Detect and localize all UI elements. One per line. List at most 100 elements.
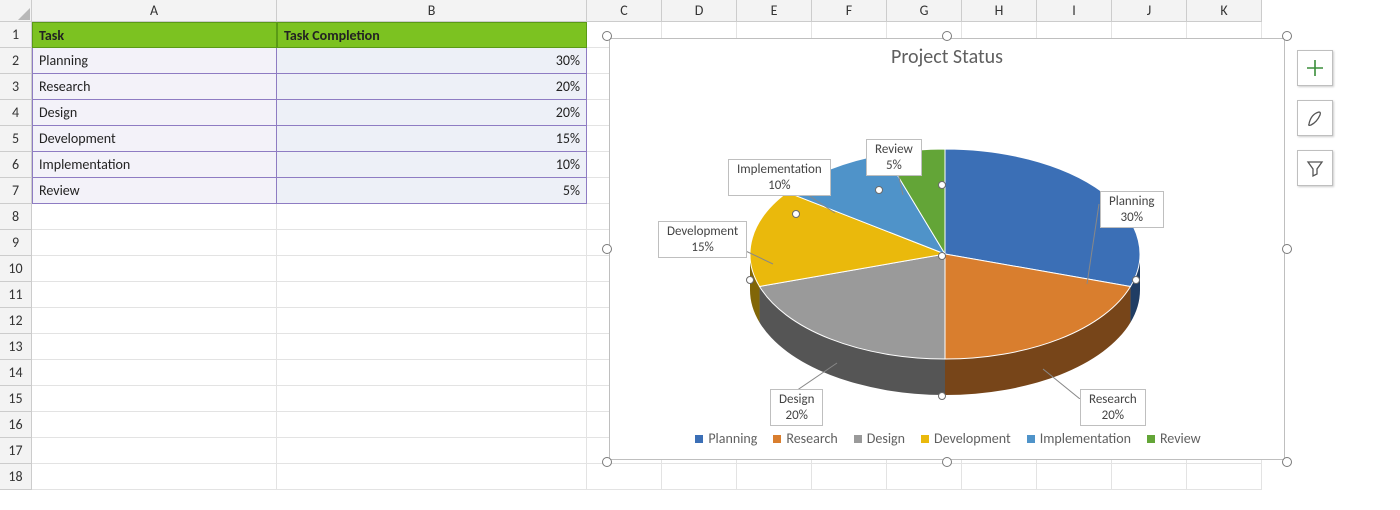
row-header-16[interactable]: 16 <box>0 412 32 438</box>
cell-B4[interactable]: 20% <box>277 100 587 126</box>
cell-B9[interactable] <box>277 230 587 256</box>
column-headers: ABCDEFGHIJK <box>32 0 1262 22</box>
cell-A3[interactable]: Research <box>32 74 277 100</box>
row-header-15[interactable]: 15 <box>0 386 32 412</box>
cell-A10[interactable] <box>32 256 277 282</box>
column-header-C[interactable]: C <box>587 0 662 22</box>
cell-A2[interactable]: Planning <box>32 48 277 74</box>
cell-A5[interactable]: Development <box>32 126 277 152</box>
cell-A11[interactable] <box>32 282 277 308</box>
cell-H18[interactable] <box>962 464 1037 490</box>
chart-styles-button[interactable] <box>1297 100 1333 136</box>
cell-D18[interactable] <box>662 464 737 490</box>
column-header-G[interactable]: G <box>887 0 962 22</box>
column-header-E[interactable]: E <box>737 0 812 22</box>
column-header-K[interactable]: K <box>1187 0 1262 22</box>
data-label[interactable]: Planning30% <box>1100 191 1164 228</box>
cell-A7[interactable]: Review <box>32 178 277 204</box>
legend-item[interactable]: Planning <box>695 430 757 447</box>
cell-G18[interactable] <box>887 464 962 490</box>
legend-item[interactable]: Development <box>921 430 1011 447</box>
row-header-17[interactable]: 17 <box>0 438 32 464</box>
cell-B2[interactable]: 30% <box>277 48 587 74</box>
data-label[interactable]: Development15% <box>658 221 747 258</box>
cell-A9[interactable] <box>32 230 277 256</box>
row-header-3[interactable]: 3 <box>0 74 32 100</box>
cell-B10[interactable] <box>277 256 587 282</box>
row-header-5[interactable]: 5 <box>0 126 32 152</box>
legend-item[interactable]: Implementation <box>1027 430 1131 447</box>
selection-dot <box>938 252 946 260</box>
cell-B17[interactable] <box>277 438 587 464</box>
legend-swatch-icon <box>921 435 929 443</box>
selection-dot <box>792 210 800 218</box>
legend-swatch-icon <box>854 435 862 443</box>
pie-chart[interactable]: Planning30%Research20%Design20%Developme… <box>610 79 1286 399</box>
row-header-8[interactable]: 8 <box>0 204 32 230</box>
row-header-11[interactable]: 11 <box>0 282 32 308</box>
chart-object[interactable]: Project Status Planning30%Research20%Des… <box>609 38 1285 460</box>
row-header-7[interactable]: 7 <box>0 178 32 204</box>
cell-A14[interactable] <box>32 360 277 386</box>
data-label[interactable]: Research20% <box>1080 389 1146 426</box>
legend-item[interactable]: Research <box>773 430 837 447</box>
cell-I18[interactable] <box>1037 464 1112 490</box>
cell-B12[interactable] <box>277 308 587 334</box>
cell-A16[interactable] <box>32 412 277 438</box>
legend-label: Implementation <box>1040 430 1131 447</box>
cell-A6[interactable]: Implementation <box>32 152 277 178</box>
column-header-D[interactable]: D <box>662 0 737 22</box>
cell-B7[interactable]: 5% <box>277 178 587 204</box>
column-header-H[interactable]: H <box>962 0 1037 22</box>
column-header-A[interactable]: A <box>32 0 277 22</box>
chart-elements-button[interactable] <box>1297 50 1333 86</box>
cell-A13[interactable] <box>32 334 277 360</box>
select-all-corner[interactable] <box>0 0 32 22</box>
cell-B5[interactable]: 15% <box>277 126 587 152</box>
cell-A8[interactable] <box>32 204 277 230</box>
cell-B8[interactable] <box>277 204 587 230</box>
cell-F18[interactable] <box>812 464 887 490</box>
cell-A17[interactable] <box>32 438 277 464</box>
cell-B16[interactable] <box>277 412 587 438</box>
chart-filters-button[interactable] <box>1297 150 1333 186</box>
data-label[interactable]: Implementation10% <box>728 159 831 196</box>
row-header-10[interactable]: 10 <box>0 256 32 282</box>
cell-K18[interactable] <box>1187 464 1262 490</box>
legend-item[interactable]: Review <box>1147 430 1201 447</box>
column-header-F[interactable]: F <box>812 0 887 22</box>
cell-B11[interactable] <box>277 282 587 308</box>
cell-E18[interactable] <box>737 464 812 490</box>
row-header-14[interactable]: 14 <box>0 360 32 386</box>
legend[interactable]: Planning Research Design Development Impleme… <box>610 430 1286 447</box>
column-header-I[interactable]: I <box>1037 0 1112 22</box>
row-header-2[interactable]: 2 <box>0 48 32 74</box>
cell-B18[interactable] <box>277 464 587 490</box>
column-header-B[interactable]: B <box>277 0 587 22</box>
chart-title[interactable]: Project Status <box>610 45 1284 69</box>
row-header-18[interactable]: 18 <box>0 464 32 490</box>
row-header-12[interactable]: 12 <box>0 308 32 334</box>
cell-B14[interactable] <box>277 360 587 386</box>
row-header-9[interactable]: 9 <box>0 230 32 256</box>
cell-J18[interactable] <box>1112 464 1187 490</box>
cell-A4[interactable]: Design <box>32 100 277 126</box>
data-label[interactable]: Design20% <box>770 389 823 426</box>
data-label[interactable]: Review5% <box>866 139 922 176</box>
cell-B3[interactable]: 20% <box>277 74 587 100</box>
row-header-13[interactable]: 13 <box>0 334 32 360</box>
row-header-6[interactable]: 6 <box>0 152 32 178</box>
cell-A18[interactable] <box>32 464 277 490</box>
cell-B1[interactable]: Task Completion <box>277 22 587 48</box>
cell-B13[interactable] <box>277 334 587 360</box>
legend-item[interactable]: Design <box>854 430 905 447</box>
cell-B15[interactable] <box>277 386 587 412</box>
cell-A15[interactable] <box>32 386 277 412</box>
row-header-1[interactable]: 1 <box>0 22 32 48</box>
row-header-4[interactable]: 4 <box>0 100 32 126</box>
cell-B6[interactable]: 10% <box>277 152 587 178</box>
cell-C18[interactable] <box>587 464 662 490</box>
cell-A12[interactable] <box>32 308 277 334</box>
column-header-J[interactable]: J <box>1112 0 1187 22</box>
cell-A1[interactable]: Task <box>32 22 277 48</box>
